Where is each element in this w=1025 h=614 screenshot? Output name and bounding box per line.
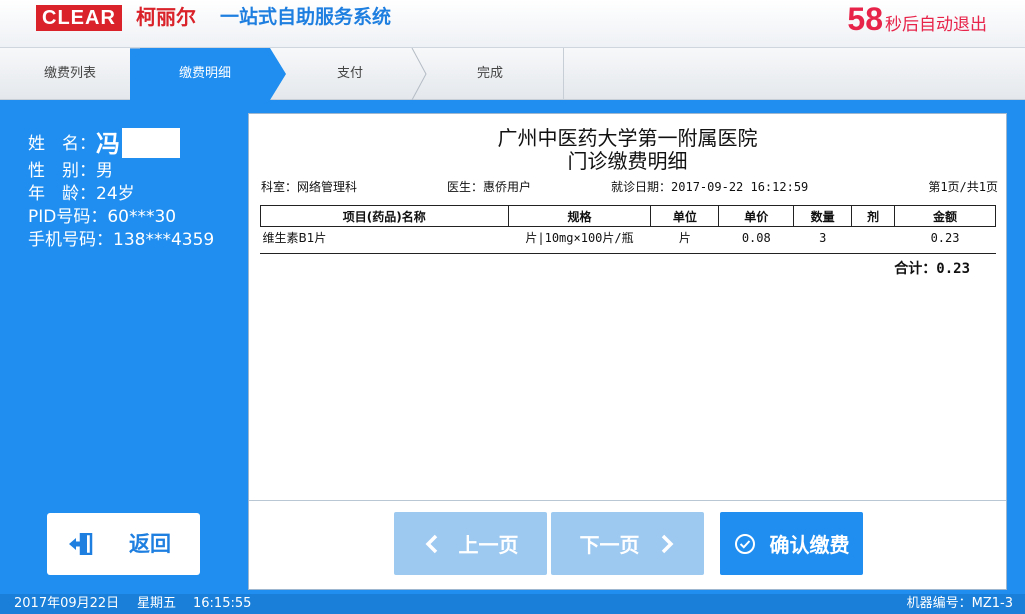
- next-page-label: 下一页: [579, 533, 640, 557]
- auto-exit-countdown: 58 秒后自动退出: [847, 0, 987, 40]
- items-table: 项目(药品)名称 规格 单位 单价 数量 剂 金额 维生素B1片 片|10mg×…: [260, 205, 996, 249]
- patient-info: 姓 名： 冯 性 别： 男 年 龄： 24岁 PID号码： 60***30 手机…: [28, 128, 238, 252]
- confirm-payment-label: 确认缴费: [769, 533, 850, 557]
- visit-date: 就诊日期：2017-09-22 16:12:59: [611, 178, 808, 195]
- machine-number: 机器编号：MZ1-3: [906, 596, 1013, 611]
- step-payment-list: 缴费列表: [43, 66, 96, 81]
- col-unit: 单位: [650, 205, 720, 227]
- system-title: 一站式自助服务系统: [220, 6, 392, 28]
- exit-door-icon: [69, 533, 93, 555]
- name-redaction: [122, 128, 180, 158]
- patient-gender-row: 性 别： 男: [28, 160, 238, 183]
- table-header-row: 项目(药品)名称 规格 单位 单价 数量 剂 金额: [260, 205, 996, 227]
- chevron-right-icon: [661, 534, 673, 553]
- step-arrow-icon: [130, 48, 160, 100]
- age-value: 24岁: [96, 184, 135, 204]
- chevron-left-icon: [425, 534, 437, 553]
- progress-steps: 缴费列表 缴费明细 支付 完成: [0, 48, 1025, 100]
- next-page-button[interactable]: 下一页: [551, 512, 704, 575]
- hospital-name: 广州中医药大学第一附属医院: [497, 126, 758, 150]
- department: 科室：网络管理科: [261, 178, 357, 195]
- doctor-value: 惠侨用户: [483, 180, 532, 194]
- back-button[interactable]: 返回: [47, 513, 200, 575]
- item-unit: 片: [678, 231, 691, 246]
- department-label: 科室：: [261, 180, 298, 194]
- item-dose: [852, 227, 895, 249]
- col-spec: 规格: [507, 205, 652, 227]
- col-item-name: 项目(药品)名称: [260, 205, 509, 227]
- back-button-label: 返回: [129, 532, 171, 556]
- gender-label: 性 别：: [28, 161, 96, 181]
- doctor: 医生：惠侨用户: [447, 178, 531, 195]
- page-info: 第1页/共1页: [928, 180, 998, 194]
- status-date: 2017年09月22日: [14, 596, 120, 611]
- status-weekday: 星期五: [137, 596, 177, 611]
- prev-page-label: 上一页: [458, 533, 519, 557]
- item-unit-price: 0.08: [741, 230, 771, 245]
- payment-detail-panel: 广州中医药大学第一附属医院 门诊缴费明细 科室：网络管理科 医生：惠侨用户 就诊…: [248, 113, 1007, 590]
- patient-name-row: 姓 名： 冯: [28, 128, 238, 160]
- steps-divider: [563, 48, 564, 100]
- status-bar: 2017年09月22日 星期五 16:15:55 机器编号：MZ1-3: [0, 594, 1025, 614]
- total-value: 0.23: [936, 261, 970, 277]
- total-label: 合计：: [894, 261, 937, 277]
- col-quantity: 数量: [793, 205, 853, 227]
- department-value: 网络管理科: [297, 180, 358, 194]
- phone-value: 138***4359: [113, 230, 215, 250]
- item-quantity: 3: [819, 230, 827, 245]
- col-amount: 金额: [894, 205, 996, 227]
- item-spec: 片|10mg×100片/瓶: [525, 231, 634, 246]
- visit-date-value: 2017-09-22 16:12:59: [671, 180, 809, 194]
- patient-age-row: 年 龄： 24岁: [28, 183, 238, 206]
- receipt-area: 广州中医药大学第一附属医院 门诊缴费明细 科室：网络管理科 医生：惠侨用户 就诊…: [249, 114, 1006, 501]
- patient-phone-row: 手机号码： 138***4359: [28, 229, 238, 252]
- phone-label: 手机号码：: [28, 230, 113, 250]
- name-value: 冯: [96, 130, 120, 158]
- brand-logo: CLEAR: [36, 5, 122, 31]
- table-row: 维生素B1片 片|10mg×100片/瓶 片 0.08 3 0.23: [261, 227, 996, 249]
- countdown-seconds: 58: [847, 1, 883, 37]
- check-circle-icon: [734, 533, 755, 554]
- step-pay: 支付: [336, 66, 363, 81]
- visit-date-label: 就诊日期：: [611, 180, 672, 194]
- patient-pid-row: PID号码： 60***30: [28, 206, 238, 229]
- countdown-text: 秒后自动退出: [885, 15, 987, 35]
- age-label: 年 龄：: [28, 184, 96, 204]
- col-dose: 剂: [851, 205, 896, 227]
- step-complete: 完成: [476, 66, 503, 81]
- name-label: 姓 名：: [28, 134, 96, 154]
- receipt-title: 门诊缴费明细: [567, 149, 688, 173]
- prev-page-button[interactable]: 上一页: [394, 512, 547, 575]
- app-header: CLEAR 柯丽尔 一站式自助服务系统 58 秒后自动退出: [0, 0, 1025, 48]
- col-unit-price: 单价: [718, 205, 795, 227]
- item-amount: 0.23: [930, 230, 960, 245]
- brand-name-cn: 柯丽尔: [136, 5, 196, 29]
- status-time: 16:15:55: [193, 596, 252, 611]
- gender-value: 男: [96, 161, 113, 181]
- confirm-payment-button[interactable]: 确认缴费: [720, 512, 863, 575]
- total: 合计：0.23: [894, 258, 970, 278]
- pid-label: PID号码：: [28, 207, 108, 227]
- doctor-label: 医生：: [447, 180, 484, 194]
- pid-value: 60***30: [107, 207, 177, 227]
- items-bottom-rule: [260, 253, 996, 254]
- item-name: 维生素B1片: [262, 231, 327, 246]
